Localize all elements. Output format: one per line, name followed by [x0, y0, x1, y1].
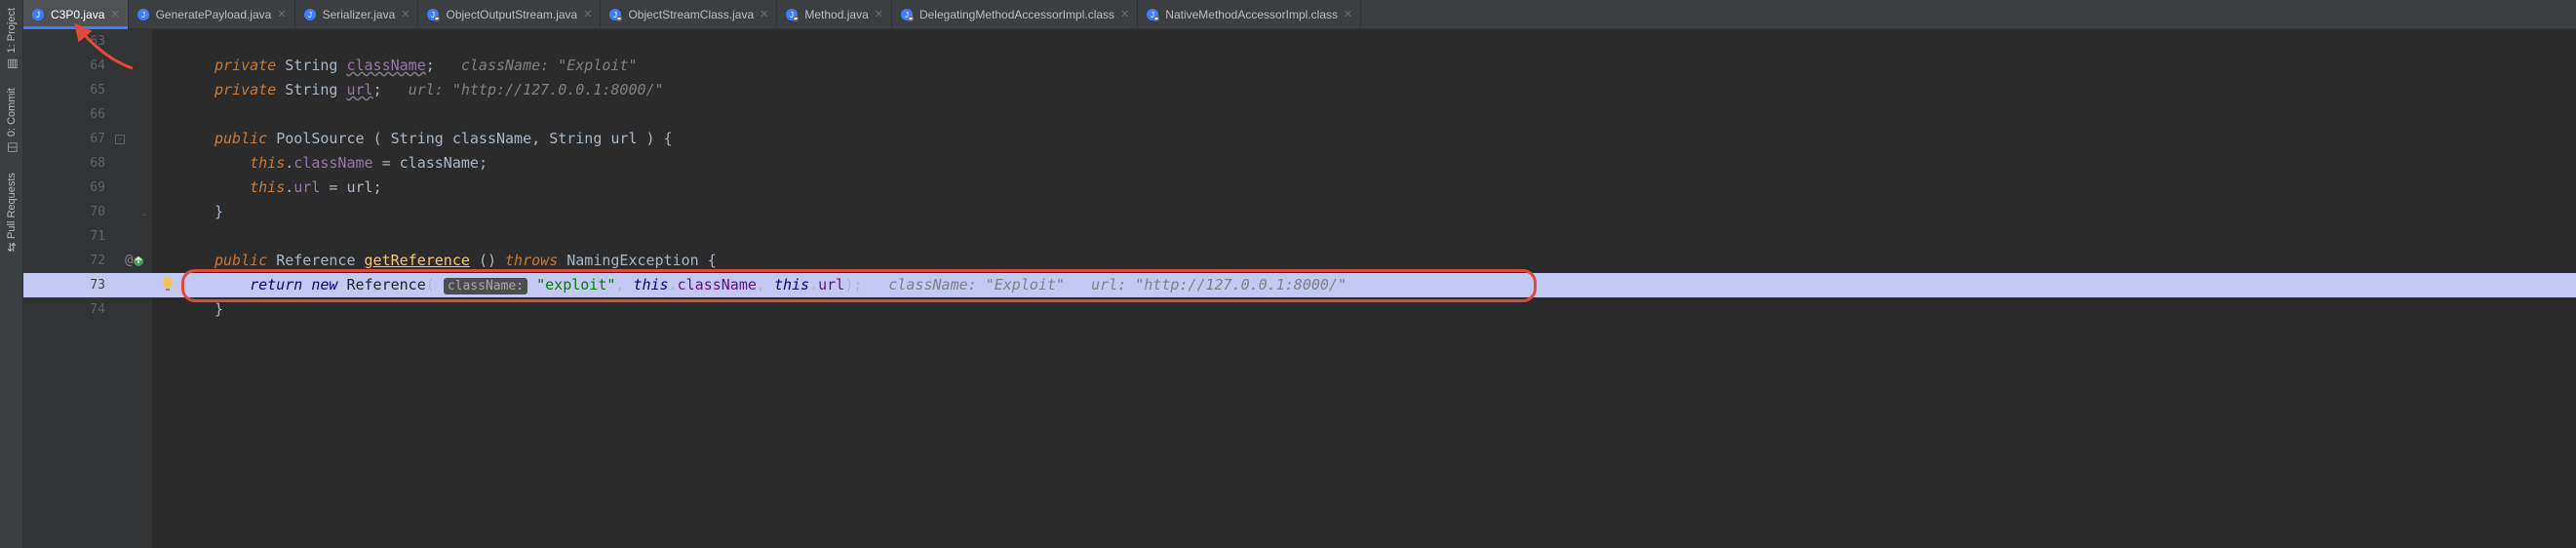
line-num: 71 — [90, 229, 105, 244]
tab-label: DelegatingMethodAccessorImpl.class — [919, 8, 1114, 21]
line-num: 72 — [90, 254, 105, 268]
highlighted-line: return new Reference( className: "exploi… — [152, 273, 2576, 297]
java-file-icon: J — [1146, 8, 1159, 21]
java-file-icon: J — [900, 8, 914, 21]
close-icon[interactable]: ✕ — [1344, 8, 1352, 20]
intention-bulb-icon[interactable] — [160, 276, 176, 292]
tab-c3p0-java[interactable]: J C3P0.java ✕ — [23, 0, 129, 28]
code-line — [152, 224, 2576, 249]
close-icon[interactable]: ✕ — [401, 8, 410, 20]
svg-text:J: J — [308, 11, 312, 20]
code-line: } — [152, 297, 2576, 322]
pull-requests-icon: ⇵ — [6, 241, 16, 254]
tab-serializer-java[interactable]: J Serializer.java ✕ — [295, 0, 419, 28]
tool-window-rail: ▤ 1: Project ◫ 0: Commit ⇵ Pull Requests — [0, 0, 23, 548]
rail-commit-label: 0: Commit — [6, 88, 18, 137]
line-num: 63 — [90, 34, 105, 49]
tab-label: Serializer.java — [323, 8, 396, 21]
close-icon[interactable]: ✕ — [110, 8, 119, 20]
close-icon[interactable]: ✕ — [277, 8, 286, 20]
line-num: 70 — [90, 205, 105, 219]
tab-objectstreamclass-java[interactable]: J ObjectStreamClass.java ✕ — [601, 0, 777, 28]
line-num: 74 — [90, 302, 105, 317]
code-line: private String className; className: "Ex… — [152, 54, 2576, 78]
line-num: 65 — [90, 83, 105, 98]
rail-commit[interactable]: ◫ 0: Commit — [5, 88, 19, 154]
project-icon: ▤ — [5, 57, 19, 70]
tab-label: ObjectOutputStream.java — [446, 8, 577, 21]
code-line — [152, 29, 2576, 54]
line-num: 68 — [90, 156, 105, 171]
tab-label: C3P0.java — [51, 8, 104, 21]
tab-label: Method.java — [804, 8, 868, 21]
rail-project-label: 1: Project — [6, 8, 18, 53]
tab-label: GeneratePayload.java — [156, 8, 272, 21]
line-num: 69 — [90, 180, 105, 195]
at-icon: @ — [125, 249, 133, 273]
param-hint: className: — [444, 278, 527, 294]
line-num: 64 — [90, 59, 105, 73]
svg-text:J: J — [141, 11, 145, 20]
line-num: 67 — [90, 132, 105, 146]
java-file-icon: J — [426, 8, 440, 21]
fold-icon[interactable]: − — [115, 135, 125, 144]
java-file-icon: J — [785, 8, 799, 21]
code-line: public PoolSource ( String className, St… — [152, 127, 2576, 151]
code-area[interactable]: private String className; className: "Ex… — [152, 29, 2576, 548]
close-icon[interactable]: ✕ — [583, 8, 592, 20]
code-line: } — [152, 200, 2576, 224]
java-file-icon: J — [137, 8, 150, 21]
gutter: 63 64 65 66 67 − 68 69 70 ⌟ 71 72 @ 73 74 — [23, 29, 152, 548]
code-line: this.url = url; — [152, 176, 2576, 200]
java-file-icon: J — [31, 8, 45, 21]
tab-delegatingmethodaccessorimpl-class[interactable]: J DelegatingMethodAccessorImpl.class ✕ — [892, 0, 1138, 28]
java-file-icon: J — [608, 8, 622, 21]
tab-label: NativeMethodAccessorImpl.class — [1165, 8, 1338, 21]
tab-objectoutputstream-java[interactable]: J ObjectOutputStream.java ✕ — [418, 0, 601, 28]
code-line — [152, 102, 2576, 127]
close-icon[interactable]: ✕ — [1120, 8, 1129, 20]
editor[interactable]: 63 64 65 66 67− 68 69 70⌟ 71 72 @ 73 74 … — [23, 29, 2576, 548]
commit-icon: ◫ — [5, 141, 19, 155]
editor-tabs: J C3P0.java ✕ J GeneratePayload.java ✕ J Serial… — [23, 0, 2576, 29]
rail-project[interactable]: ▤ 1: Project — [5, 8, 19, 70]
svg-text:J: J — [36, 11, 40, 20]
main-area: J C3P0.java ✕ J GeneratePayload.java ✕ J Serial… — [23, 0, 2576, 548]
line-num: 66 — [90, 107, 105, 122]
code-line: public Reference getReference () throws … — [152, 249, 2576, 273]
tab-label: ObjectStreamClass.java — [628, 8, 754, 21]
code-line: this.className = className; — [152, 151, 2576, 176]
fold-end-icon[interactable]: ⌟ — [140, 200, 146, 224]
code-line: private String url; url: "http://127.0.0… — [152, 78, 2576, 102]
rail-pull-label: Pull Requests — [6, 173, 18, 239]
override-icon[interactable] — [133, 255, 144, 267]
close-icon[interactable]: ✕ — [875, 8, 883, 20]
close-icon[interactable]: ✕ — [760, 8, 768, 20]
line-num: 73 — [90, 278, 105, 293]
rail-pull-requests[interactable]: ⇵ Pull Requests — [5, 173, 19, 253]
tab-nativemethodaccessorimpl-class[interactable]: J NativeMethodAccessorImpl.class ✕ — [1138, 0, 1361, 28]
tab-method-java[interactable]: J Method.java ✕ — [777, 0, 892, 28]
java-file-icon: J — [303, 8, 317, 21]
tab-generatepayload-java[interactable]: J GeneratePayload.java ✕ — [129, 0, 295, 28]
